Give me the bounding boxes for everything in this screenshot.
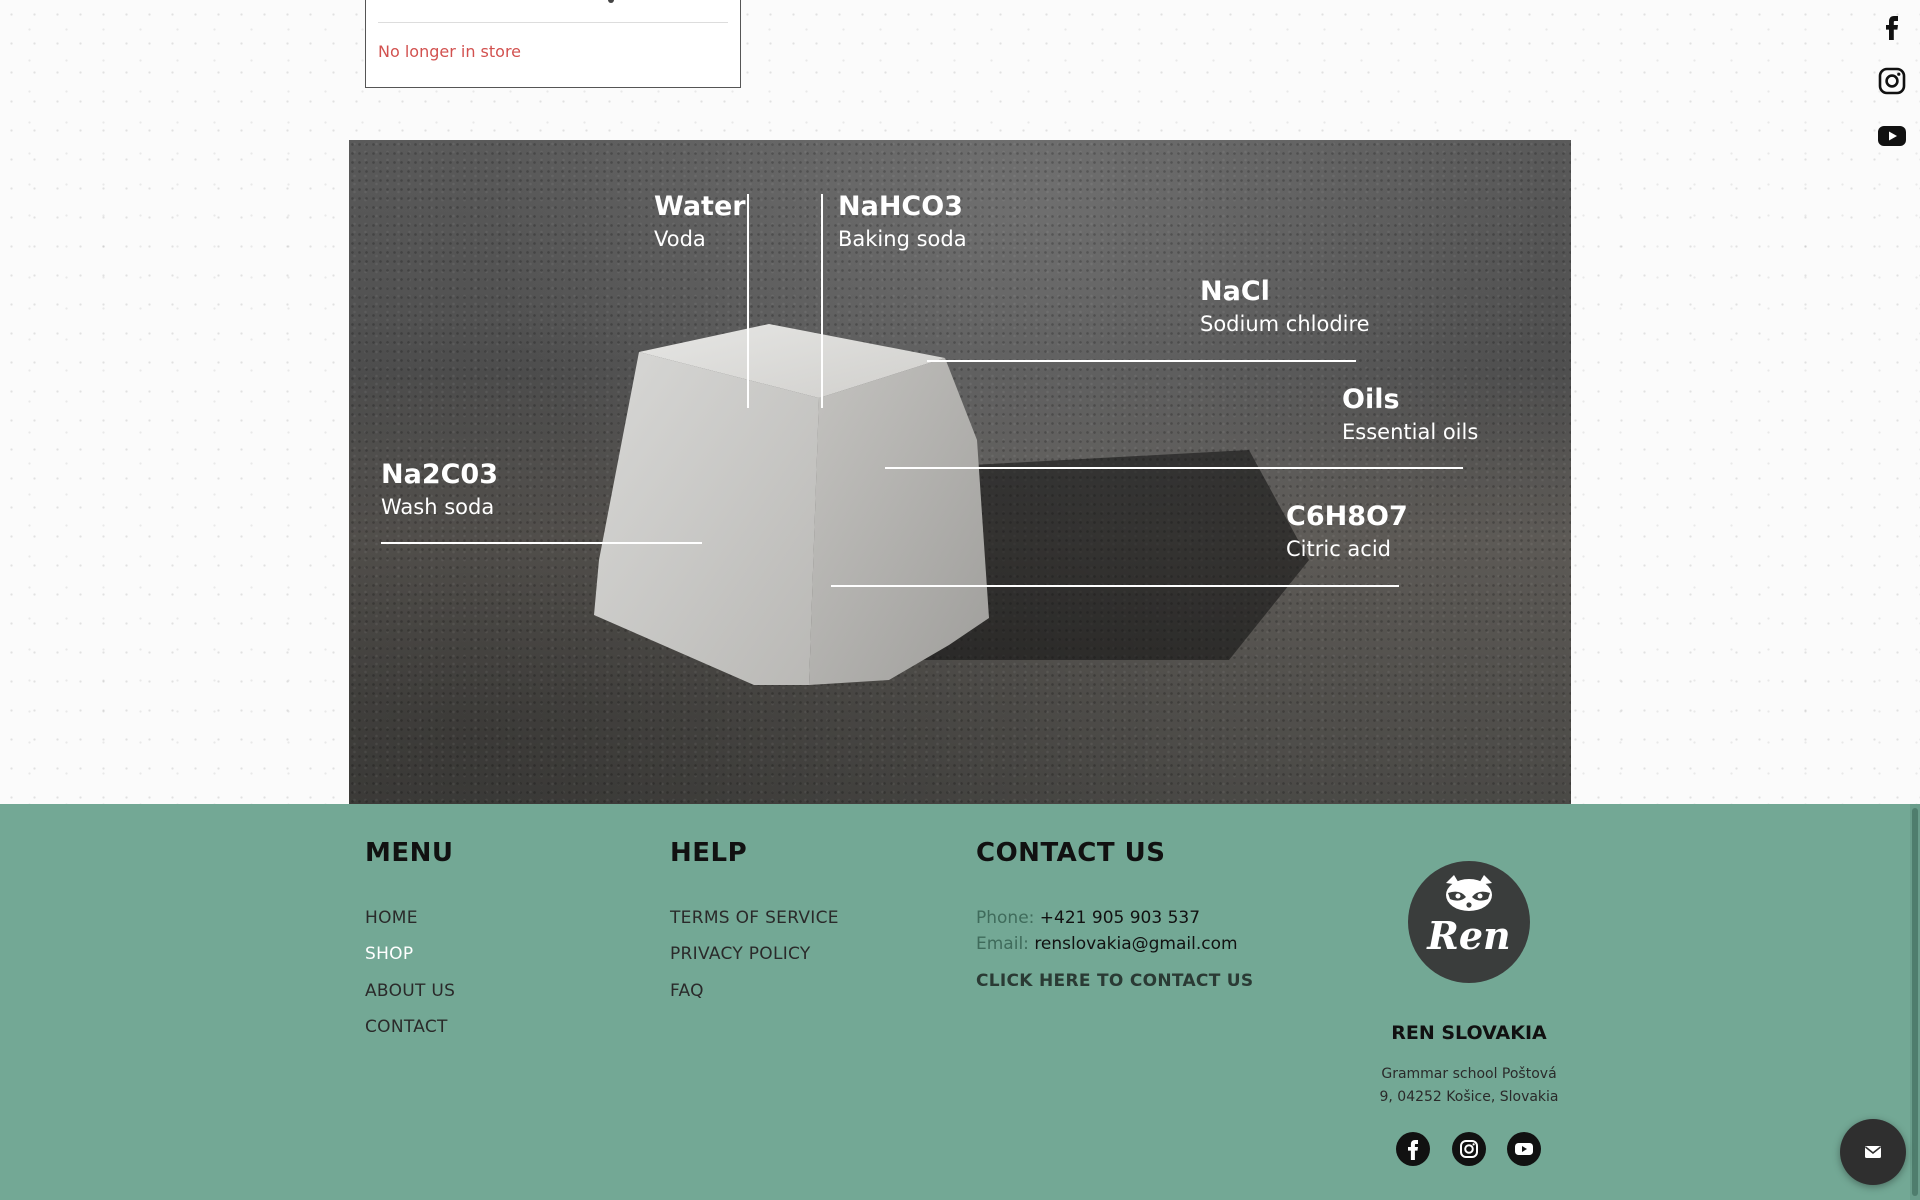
ingredient-formula: Oils (1342, 384, 1400, 415)
card-title-fragment (608, 0, 614, 3)
menu-link-about-us[interactable]: ABOUT US (365, 981, 455, 1001)
address-line-2: 9, 04252 Košice, Slovakia (1379, 1089, 1559, 1105)
ingredient-formula: NaHCO3 (838, 191, 963, 222)
ingredient-name: Wash soda (381, 495, 495, 519)
menu-link-contact[interactable]: CONTACT (365, 1017, 448, 1037)
ingredient-name: Baking soda (838, 227, 967, 251)
site-footer (0, 804, 1920, 1200)
address-line-1: Grammar school Poštová (1381, 1066, 1557, 1082)
ingredient-name: Essential oils (1342, 420, 1479, 444)
phone-link[interactable]: +421 905 903 537 (1040, 908, 1200, 928)
stock-status: No longer in store (378, 42, 522, 61)
ingredient-c6h8o7: C6H8O7 Citric acid (1286, 500, 1408, 564)
ren-logo[interactable]: Ren (1408, 861, 1530, 983)
facebook-icon[interactable] (1878, 12, 1906, 40)
callout-line (747, 194, 749, 408)
social-rail (1878, 12, 1906, 177)
chat-button[interactable] (1840, 1119, 1906, 1185)
scrollbar-thumb[interactable] (1912, 808, 1918, 1196)
contact-heading: CONTACT US (976, 838, 1166, 868)
menu-heading: MENU (365, 838, 454, 868)
raccoon-icon: Ren (1426, 875, 1511, 958)
ingredient-na2c03: Na2C03 Wash soda (381, 458, 498, 522)
scrollbar-track[interactable] (1910, 804, 1920, 1200)
ingredients-image: Water Voda NaHCO3 Baking soda NaCl Sodiu… (349, 140, 1571, 804)
ingredient-formula: NaCl (1200, 276, 1270, 307)
menu-link-home[interactable]: HOME (365, 908, 418, 928)
ingredient-nacl: NaCl Sodium chlodire (1200, 275, 1370, 339)
phone-label: Phone: (976, 908, 1035, 928)
help-link-faq[interactable]: FAQ (670, 981, 704, 1001)
callout-line (927, 360, 1356, 362)
ingredient-nahco3: NaHCO3 Baking soda (838, 190, 967, 254)
ingredient-name: Sodium chlodire (1200, 312, 1370, 336)
callout-line (831, 585, 1399, 587)
email-link[interactable]: renslovakia@gmail.com (1034, 934, 1237, 954)
youtube-icon[interactable] (1878, 122, 1906, 150)
ingredient-formula: Na2C03 (381, 459, 498, 490)
help-heading: HELP (670, 838, 748, 868)
email-label: Email: (976, 934, 1029, 954)
youtube-icon[interactable] (1507, 1132, 1541, 1166)
help-link-privacy-policy[interactable]: PRIVACY POLICY (670, 944, 811, 964)
contact-email: Email: renslovakia@gmail.com (976, 934, 1238, 954)
contact-us-link[interactable]: CLICK HERE TO CONTACT US (976, 971, 1253, 991)
ingredient-formula: Water (654, 191, 746, 222)
ingredient-oils: Oils Essential oils (1342, 383, 1478, 447)
envelope-icon (1865, 1146, 1881, 1158)
ingredient-water: Water Voda (654, 190, 746, 254)
ingredient-formula: C6H8O7 (1286, 501, 1408, 532)
help-link-terms-of-service[interactable]: TERMS OF SERVICE (670, 908, 839, 928)
product-card[interactable]: No longer in store (365, 0, 741, 88)
callout-line (885, 467, 1463, 469)
callout-line (821, 194, 823, 408)
callout-line (381, 542, 702, 544)
svg-text:Ren: Ren (1426, 913, 1510, 958)
ingredient-name: Voda (654, 227, 706, 251)
card-divider (378, 22, 728, 23)
facebook-icon[interactable] (1396, 1132, 1430, 1166)
ingredient-name: Citric acid (1286, 537, 1391, 561)
contact-phone: Phone: +421 905 903 537 (976, 908, 1200, 928)
instagram-icon[interactable] (1452, 1132, 1486, 1166)
instagram-icon[interactable] (1878, 67, 1906, 95)
menu-link-shop[interactable]: SHOP (365, 944, 413, 964)
brand-name: REN SLOVAKIA (1391, 1022, 1547, 1044)
brand-address: Grammar school Poštová 9, 04252 Košice, … (1340, 1063, 1598, 1109)
